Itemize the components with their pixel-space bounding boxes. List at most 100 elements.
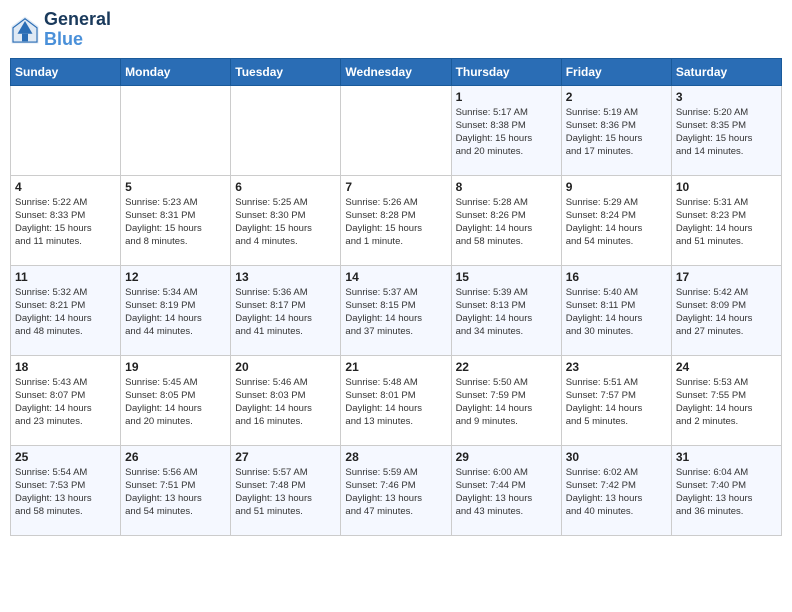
calendar-header-cell: Tuesday xyxy=(231,58,341,85)
day-info: Sunrise: 5:20 AM Sunset: 8:35 PM Dayligh… xyxy=(676,106,777,159)
calendar-day-cell: 4 Sunrise: 5:22 AM Sunset: 8:33 PM Daylig… xyxy=(11,175,121,265)
day-info: Sunrise: 6:00 AM Sunset: 7:44 PM Dayligh… xyxy=(456,466,557,519)
calendar-day-cell: 18 Sunrise: 5:43 AM Sunset: 8:07 PM Dayli… xyxy=(11,355,121,445)
day-info: Sunrise: 5:42 AM Sunset: 8:09 PM Dayligh… xyxy=(676,286,777,339)
calendar-header-cell: Friday xyxy=(561,58,671,85)
day-number: 4 xyxy=(15,180,116,194)
calendar-header-cell: Saturday xyxy=(671,58,781,85)
calendar-day-cell: 8 Sunrise: 5:28 AM Sunset: 8:26 PM Daylig… xyxy=(451,175,561,265)
day-info: Sunrise: 5:57 AM Sunset: 7:48 PM Dayligh… xyxy=(235,466,336,519)
day-number: 25 xyxy=(15,450,116,464)
calendar-day-cell: 11 Sunrise: 5:32 AM Sunset: 8:21 PM Dayli… xyxy=(11,265,121,355)
calendar-day-cell: 17 Sunrise: 5:42 AM Sunset: 8:09 PM Dayli… xyxy=(671,265,781,355)
calendar-day-cell xyxy=(231,85,341,175)
day-number: 16 xyxy=(566,270,667,284)
calendar-day-cell: 31Sunrise: 6:04 AM Sunset: 7:40 PM Dayli… xyxy=(671,445,781,535)
day-number: 14 xyxy=(345,270,446,284)
day-number: 3 xyxy=(676,90,777,104)
calendar-day-cell: 1 Sunrise: 5:17 AM Sunset: 8:38 PM Daylig… xyxy=(451,85,561,175)
calendar-day-cell xyxy=(11,85,121,175)
day-number: 7 xyxy=(345,180,446,194)
calendar-day-cell: 20 Sunrise: 5:46 AM Sunset: 8:03 PM Dayli… xyxy=(231,355,341,445)
day-info: Sunrise: 6:02 AM Sunset: 7:42 PM Dayligh… xyxy=(566,466,667,519)
day-info: Sunrise: 5:28 AM Sunset: 8:26 PM Dayligh… xyxy=(456,196,557,249)
day-number: 24 xyxy=(676,360,777,374)
day-info: Sunrise: 5:50 AM Sunset: 7:59 PM Dayligh… xyxy=(456,376,557,429)
day-info: Sunrise: 5:54 AM Sunset: 7:53 PM Dayligh… xyxy=(15,466,116,519)
day-number: 29 xyxy=(456,450,557,464)
day-number: 18 xyxy=(15,360,116,374)
day-number: 12 xyxy=(125,270,226,284)
calendar-day-cell: 7 Sunrise: 5:26 AM Sunset: 8:28 PM Daylig… xyxy=(341,175,451,265)
day-info: Sunrise: 6:04 AM Sunset: 7:40 PM Dayligh… xyxy=(676,466,777,519)
day-info: Sunrise: 5:56 AM Sunset: 7:51 PM Dayligh… xyxy=(125,466,226,519)
day-info: Sunrise: 5:39 AM Sunset: 8:13 PM Dayligh… xyxy=(456,286,557,339)
calendar-day-cell: 12 Sunrise: 5:34 AM Sunset: 8:19 PM Dayli… xyxy=(121,265,231,355)
day-number: 8 xyxy=(456,180,557,194)
day-number: 13 xyxy=(235,270,336,284)
calendar-day-cell: 26 Sunrise: 5:56 AM Sunset: 7:51 PM Dayli… xyxy=(121,445,231,535)
calendar-header-cell: Monday xyxy=(121,58,231,85)
calendar-week-row: 1 Sunrise: 5:17 AM Sunset: 8:38 PM Daylig… xyxy=(11,85,782,175)
calendar-day-cell: 19 Sunrise: 5:45 AM Sunset: 8:05 PM Dayli… xyxy=(121,355,231,445)
day-number: 23 xyxy=(566,360,667,374)
day-info: Sunrise: 5:53 AM Sunset: 7:55 PM Dayligh… xyxy=(676,376,777,429)
calendar-day-cell xyxy=(341,85,451,175)
day-info: Sunrise: 5:51 AM Sunset: 7:57 PM Dayligh… xyxy=(566,376,667,429)
day-number: 1 xyxy=(456,90,557,104)
calendar-table: SundayMondayTuesdayWednesdayThursdayFrid… xyxy=(10,58,782,536)
calendar-day-cell: 23 Sunrise: 5:51 AM Sunset: 7:57 PM Dayli… xyxy=(561,355,671,445)
day-number: 22 xyxy=(456,360,557,374)
day-info: Sunrise: 5:40 AM Sunset: 8:11 PM Dayligh… xyxy=(566,286,667,339)
calendar-header-cell: Sunday xyxy=(11,58,121,85)
day-number: 5 xyxy=(125,180,226,194)
calendar-day-cell: 21 Sunrise: 5:48 AM Sunset: 8:01 PM Dayli… xyxy=(341,355,451,445)
day-info: Sunrise: 5:22 AM Sunset: 8:33 PM Dayligh… xyxy=(15,196,116,249)
calendar-day-cell xyxy=(121,85,231,175)
day-number: 19 xyxy=(125,360,226,374)
calendar-header-row: SundayMondayTuesdayWednesdayThursdayFrid… xyxy=(11,58,782,85)
day-info: Sunrise: 5:43 AM Sunset: 8:07 PM Dayligh… xyxy=(15,376,116,429)
day-number: 9 xyxy=(566,180,667,194)
day-info: Sunrise: 5:17 AM Sunset: 8:38 PM Dayligh… xyxy=(456,106,557,159)
day-info: Sunrise: 5:46 AM Sunset: 8:03 PM Dayligh… xyxy=(235,376,336,429)
day-number: 2 xyxy=(566,90,667,104)
day-info: Sunrise: 5:48 AM Sunset: 8:01 PM Dayligh… xyxy=(345,376,446,429)
logo-icon xyxy=(10,15,40,45)
day-info: Sunrise: 5:31 AM Sunset: 8:23 PM Dayligh… xyxy=(676,196,777,249)
day-number: 17 xyxy=(676,270,777,284)
day-number: 30 xyxy=(566,450,667,464)
calendar-week-row: 11 Sunrise: 5:32 AM Sunset: 8:21 PM Dayli… xyxy=(11,265,782,355)
calendar-day-cell: 10Sunrise: 5:31 AM Sunset: 8:23 PM Dayli… xyxy=(671,175,781,265)
calendar-day-cell: 24 Sunrise: 5:53 AM Sunset: 7:55 PM Dayli… xyxy=(671,355,781,445)
day-number: 27 xyxy=(235,450,336,464)
logo-text: General Blue xyxy=(44,10,111,50)
calendar-week-row: 4 Sunrise: 5:22 AM Sunset: 8:33 PM Daylig… xyxy=(11,175,782,265)
calendar-day-cell: 22 Sunrise: 5:50 AM Sunset: 7:59 PM Dayli… xyxy=(451,355,561,445)
day-info: Sunrise: 5:29 AM Sunset: 8:24 PM Dayligh… xyxy=(566,196,667,249)
calendar-day-cell: 27 Sunrise: 5:57 AM Sunset: 7:48 PM Dayli… xyxy=(231,445,341,535)
calendar-header-cell: Wednesday xyxy=(341,58,451,85)
calendar-day-cell: 16 Sunrise: 5:40 AM Sunset: 8:11 PM Dayli… xyxy=(561,265,671,355)
day-info: Sunrise: 5:26 AM Sunset: 8:28 PM Dayligh… xyxy=(345,196,446,249)
calendar-day-cell: 5Sunrise: 5:23 AM Sunset: 8:31 PM Daylig… xyxy=(121,175,231,265)
calendar-day-cell: 28Sunrise: 5:59 AM Sunset: 7:46 PM Dayli… xyxy=(341,445,451,535)
calendar-day-cell: 25 Sunrise: 5:54 AM Sunset: 7:53 PM Dayli… xyxy=(11,445,121,535)
calendar-day-cell: 30 Sunrise: 6:02 AM Sunset: 7:42 PM Dayli… xyxy=(561,445,671,535)
day-info: Sunrise: 5:59 AM Sunset: 7:46 PM Dayligh… xyxy=(345,466,446,519)
day-info: Sunrise: 5:37 AM Sunset: 8:15 PM Dayligh… xyxy=(345,286,446,339)
day-info: Sunrise: 5:45 AM Sunset: 8:05 PM Dayligh… xyxy=(125,376,226,429)
day-info: Sunrise: 5:36 AM Sunset: 8:17 PM Dayligh… xyxy=(235,286,336,339)
day-number: 20 xyxy=(235,360,336,374)
day-number: 26 xyxy=(125,450,226,464)
calendar-day-cell: 13 Sunrise: 5:36 AM Sunset: 8:17 PM Dayli… xyxy=(231,265,341,355)
day-info: Sunrise: 5:34 AM Sunset: 8:19 PM Dayligh… xyxy=(125,286,226,339)
day-info: Sunrise: 5:32 AM Sunset: 8:21 PM Dayligh… xyxy=(15,286,116,339)
day-info: Sunrise: 5:19 AM Sunset: 8:36 PM Dayligh… xyxy=(566,106,667,159)
day-number: 11 xyxy=(15,270,116,284)
logo: General Blue xyxy=(10,10,111,50)
calendar-body: 1 Sunrise: 5:17 AM Sunset: 8:38 PM Daylig… xyxy=(11,85,782,535)
calendar-day-cell: 29 Sunrise: 6:00 AM Sunset: 7:44 PM Dayli… xyxy=(451,445,561,535)
day-number: 21 xyxy=(345,360,446,374)
calendar-week-row: 25 Sunrise: 5:54 AM Sunset: 7:53 PM Dayli… xyxy=(11,445,782,535)
